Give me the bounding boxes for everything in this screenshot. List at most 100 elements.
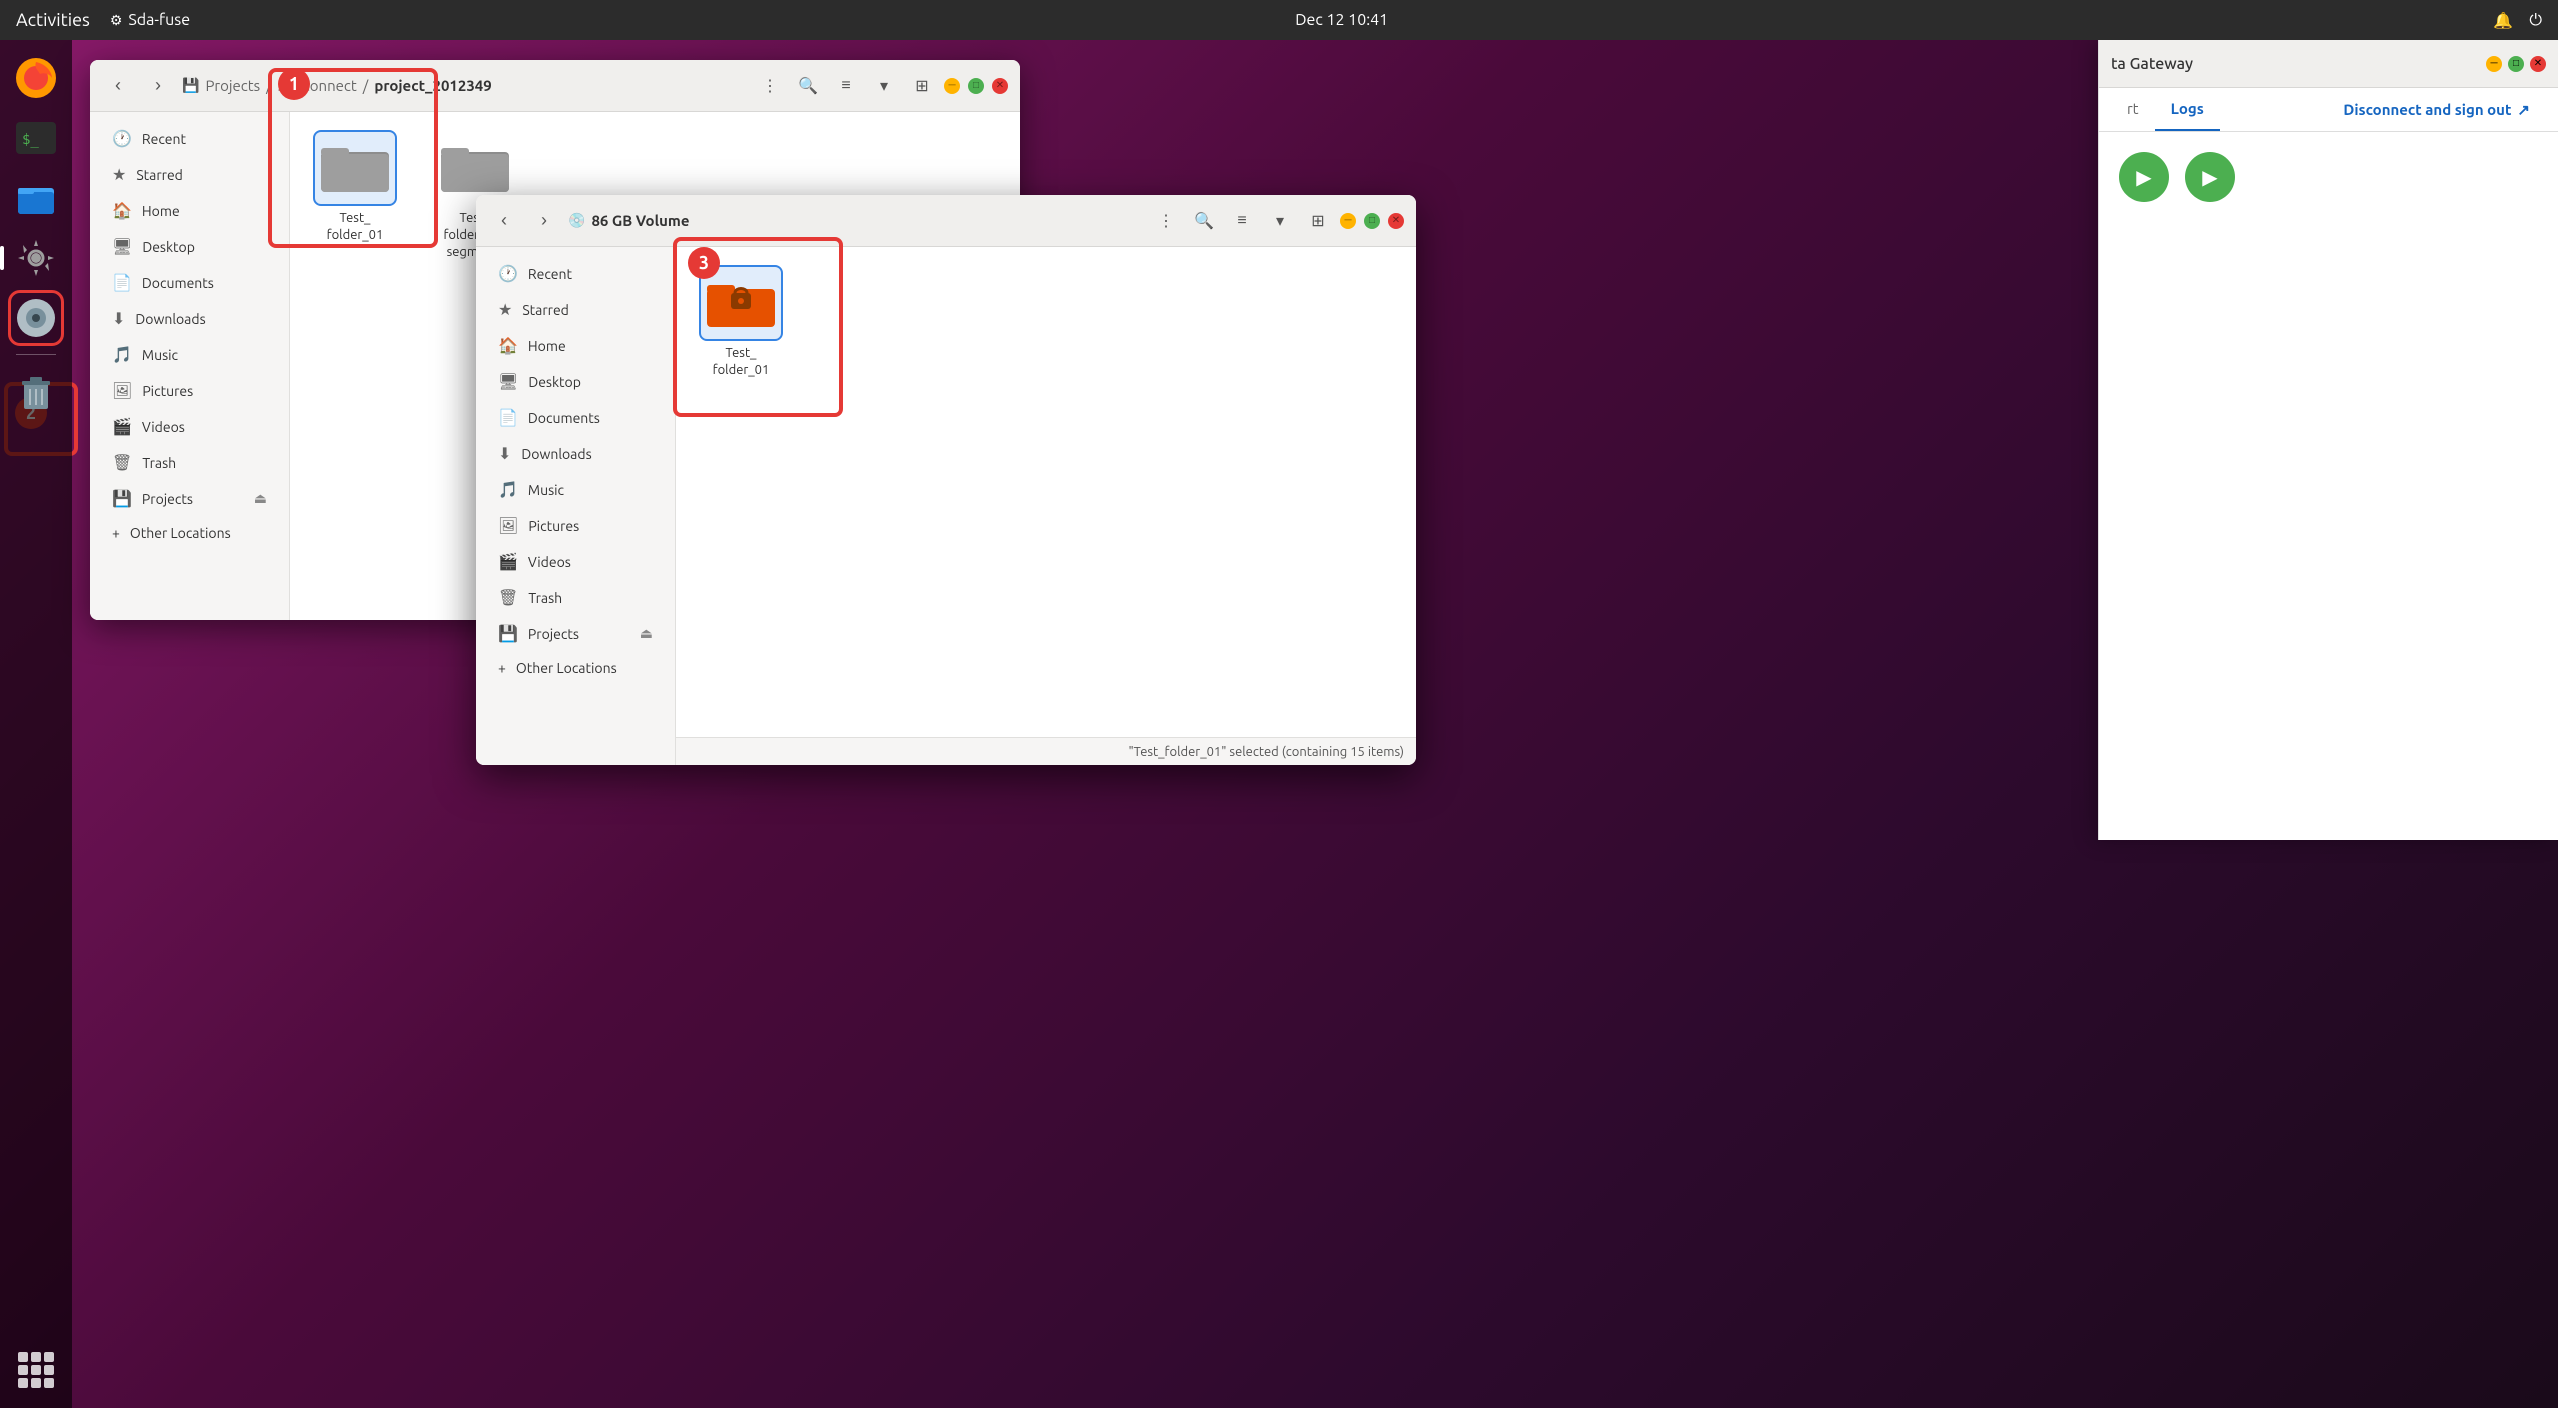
fm1-sidebar-recent[interactable]: 🕐 Recent [96,121,283,156]
fm2-sidebar-desktop[interactable]: 🖥 Desktop [482,364,669,399]
dock-terminal[interactable]: $_ [8,110,64,166]
fm1-sidebar-starred[interactable]: ★ Starred [96,157,283,192]
fm1-close-button[interactable]: ✕ [992,78,1008,94]
fm2-sidebar-desktop-label: Desktop [528,374,581,390]
fm1-sidebar-documents-label: Documents [142,275,214,291]
top-bar: Activities ⚙ Sda-fuse Dec 12 10:41 🔔 ⏻ [0,0,2558,40]
fm2-status-text: "Test_folder_01" selected (containing 15… [1128,745,1404,759]
pictures-icon: 🖼 [112,381,132,400]
fm2-close-button[interactable]: ✕ [1388,213,1404,229]
fm2-disk-icon: 💿 [568,212,585,229]
fm2-trash-icon: 🗑 [498,588,518,607]
fm2-back-button[interactable]: ‹ [488,205,520,237]
fm2-grid-view-button[interactable]: ⊞ [1302,205,1334,237]
file-manager-2: ‹ › 💿 86 GB Volume ⋮ 🔍 ≡ ▾ ⊞ ─ □ ✕ 🕐 Rec… [476,195,1416,765]
gateway-close-button[interactable]: ✕ [2530,56,2546,72]
volume-icon[interactable]: 🔔 [2493,11,2513,30]
home-icon: 🏠 [112,201,132,220]
fm1-sidebar-pictures-label: Pictures [142,383,193,399]
dock-files[interactable] [8,170,64,226]
fm2-home-icon: 🏠 [498,336,518,355]
fm2-sidebar-recent-label: Recent [528,266,572,282]
fm1-sidebar-projects[interactable]: 💾 Projects ⏏ [96,481,283,516]
fm2-sidebar-recent[interactable]: 🕐 Recent [482,256,669,291]
desktop-icon: 🖥 [112,237,132,256]
gateway-tab-logs[interactable]: Logs [2155,88,2220,131]
fm1-grid-view-button[interactable]: ⊞ [906,70,938,102]
fm2-wm-buttons: ─ □ ✕ [1340,213,1404,229]
fm2-videos-icon: 🎬 [498,552,518,571]
fm1-menu-button[interactable]: ⋮ [754,70,786,102]
fm2-body: 🕐 Recent ★ Starred 🏠 Home 🖥 Desktop 📄 Do… [476,247,1416,765]
fm1-sidebar-videos[interactable]: 🎬 Videos [96,409,283,444]
fm2-sidebar-starred-label: Starred [522,302,569,318]
fm2-sidebar-music[interactable]: 🎵 Music [482,472,669,507]
eject-icon[interactable]: ⏏ [254,490,267,507]
fm2-view-toggle-button[interactable]: ▾ [1264,205,1296,237]
fm1-sidebar-documents[interactable]: 📄 Documents [96,265,283,300]
fm2-search-button[interactable]: 🔍 [1188,205,1220,237]
fm1-sidebar-other-locations[interactable]: + Other Locations [96,517,283,549]
app-name: ⚙ Sda-fuse [110,11,190,29]
fm2-sidebar-documents[interactable]: 📄 Documents [482,400,669,435]
fm2-sidebar-downloads[interactable]: ⬇ Downloads [482,436,669,471]
gateway-indicator-1: ▶ [2119,152,2169,202]
fm2-projects-disk-icon: 💾 [498,624,518,643]
gateway-title: ta Gateway [2111,55,2478,73]
gateway-tab-rt[interactable]: rt [2111,88,2155,131]
fm2-sidebar-trash[interactable]: 🗑 Trash [482,580,669,615]
dock-settings[interactable] [8,230,64,286]
fm1-sidebar-desktop[interactable]: 🖥 Desktop [96,229,283,264]
fm1-back-button[interactable]: ‹ [102,70,134,102]
power-icon[interactable]: ⏻ [2529,11,2542,30]
fm1-folder-test01[interactable]: Test_folder_01 [310,132,400,244]
fm1-minimize-button[interactable]: ─ [944,78,960,94]
fm2-sidebar-videos[interactable]: 🎬 Videos [482,544,669,579]
fm1-titlebar: ‹ › 💾 Projects / SD-Connect / project_20… [90,60,1020,112]
fm2-list-view-button[interactable]: ≡ [1226,205,1258,237]
gateway-content: ▶ ▶ [2099,132,2558,840]
top-bar-left: Activities ⚙ Sda-fuse [16,10,190,30]
gateway-disconnect-button[interactable]: Disconnect and sign out ↗ [2327,88,2546,131]
fm2-sidebar-downloads-label: Downloads [521,446,591,462]
activities-button[interactable]: Activities [16,10,90,30]
fm2-sidebar-home[interactable]: 🏠 Home [482,328,669,363]
svg-text:$_: $_ [22,132,39,148]
fm2-sidebar-projects[interactable]: 💾 Projects ⏏ [482,616,669,651]
fm1-list-view-button[interactable]: ≡ [830,70,862,102]
fm2-sidebar-pictures[interactable]: 🖼 Pictures [482,508,669,543]
fm1-sidebar-home[interactable]: 🏠 Home [96,193,283,228]
gateway-titlebar: ta Gateway ─ □ ✕ [2099,40,2558,88]
fm2-menu-button[interactable]: ⋮ [1150,205,1182,237]
fm2-sidebar-starred[interactable]: ★ Starred [482,292,669,327]
fm1-sidebar-pictures[interactable]: 🖼 Pictures [96,373,283,408]
fm1-sidebar-downloads[interactable]: ⬇ Downloads [96,301,283,336]
fm1-sidebar-recent-label: Recent [142,131,186,147]
fm1-path-projects[interactable]: Projects [205,77,260,94]
fm2-forward-button[interactable]: › [528,205,560,237]
fm2-folder-test01[interactable]: Test_folder_01 [696,267,786,379]
fm2-maximize-button[interactable]: □ [1364,213,1380,229]
fm1-forward-button[interactable]: › [142,70,174,102]
gateway-maximize-button[interactable]: □ [2508,56,2524,72]
fm1-maximize-button[interactable]: □ [968,78,984,94]
fm2-sidebar: 🕐 Recent ★ Starred 🏠 Home 🖥 Desktop 📄 Do… [476,247,676,765]
fm2-eject-icon[interactable]: ⏏ [640,625,653,642]
recent-icon: 🕐 [112,129,132,148]
gateway-minimize-button[interactable]: ─ [2486,56,2502,72]
fm1-search-button[interactable]: 🔍 [792,70,824,102]
fm1-sidebar-projects-label: Projects [142,491,193,507]
fm1-sidebar-trash[interactable]: 🗑 Trash [96,445,283,480]
fm2-minimize-button[interactable]: ─ [1340,213,1356,229]
dock-trash[interactable] [8,363,64,419]
dock-firefox[interactable] [8,50,64,106]
fm1-sidebar-desktop-label: Desktop [142,239,195,255]
dock-disk[interactable] [8,290,64,346]
fm2-sidebar-other-locations[interactable]: + Other Locations [482,652,669,684]
fm1-toolbar-right: ⋮ 🔍 ≡ ▾ ⊞ ─ □ ✕ [754,70,1008,102]
fm2-sidebar-trash-label: Trash [528,590,562,606]
fm1-view-toggle-button[interactable]: ▾ [868,70,900,102]
dock-show-apps[interactable] [8,1342,64,1398]
fm1-sidebar-music[interactable]: 🎵 Music [96,337,283,372]
fm2-content-area: Test_folder_01 "Test_folder_01" selected… [676,247,1416,765]
